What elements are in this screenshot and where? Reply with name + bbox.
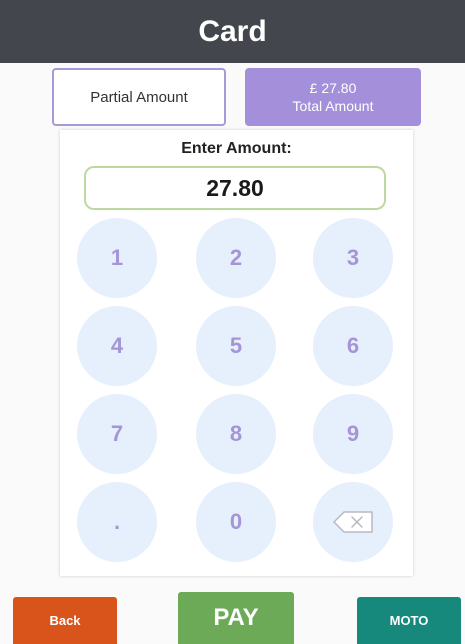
total-amount-button[interactable]: £ 27.80 Total Amount xyxy=(245,68,421,126)
pay-button[interactable]: PAY xyxy=(178,592,294,644)
keypad-key-4[interactable]: 4 xyxy=(77,306,157,386)
keypad-key-9[interactable]: 9 xyxy=(313,394,393,474)
keypad-key-3[interactable]: 3 xyxy=(313,218,393,298)
card-payment-screen: Card Partial Amount £ 27.80 Total Amount… xyxy=(0,0,465,644)
keypad-backspace-button[interactable] xyxy=(313,482,393,562)
enter-amount-label: Enter Amount: xyxy=(181,140,292,157)
back-button[interactable]: Back xyxy=(13,597,117,644)
keypad-key-2[interactable]: 2 xyxy=(196,218,276,298)
keypad-key-0[interactable]: 0 xyxy=(196,482,276,562)
back-label: Back xyxy=(49,613,81,628)
moto-button[interactable]: MOTO xyxy=(357,597,461,644)
header-bar: Card xyxy=(0,0,465,63)
amount-entry-panel: Enter Amount: 27.80 1 2 3 4 5 6 7 8 9 . … xyxy=(60,130,413,576)
keypad-key-8[interactable]: 8 xyxy=(196,394,276,474)
keypad-key-decimal[interactable]: . xyxy=(77,482,157,562)
pay-label: PAY xyxy=(213,604,259,631)
moto-label: MOTO xyxy=(389,613,429,628)
total-amount-label: Total Amount xyxy=(292,98,374,114)
keypad-key-6[interactable]: 6 xyxy=(313,306,393,386)
backspace-icon xyxy=(333,511,373,533)
keypad-key-1[interactable]: 1 xyxy=(77,218,157,298)
keypad-key-5[interactable]: 5 xyxy=(196,306,276,386)
total-amount-value: £ 27.80 xyxy=(309,80,357,96)
amount-input[interactable]: 27.80 xyxy=(84,166,386,210)
amount-value: 27.80 xyxy=(206,174,264,201)
partial-amount-label: Partial Amount xyxy=(90,88,188,106)
partial-amount-button[interactable]: Partial Amount xyxy=(52,68,226,126)
keypad-key-7[interactable]: 7 xyxy=(77,394,157,474)
page-title: Card xyxy=(198,14,267,48)
